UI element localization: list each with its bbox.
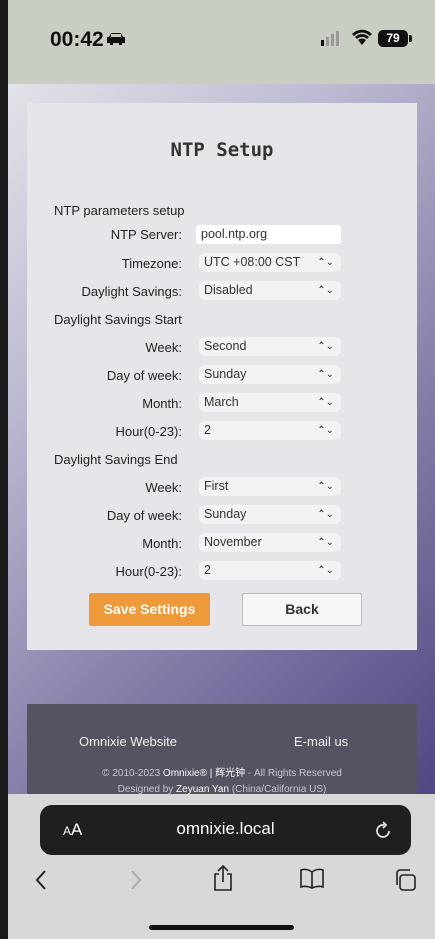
section-daylight-end: Daylight Savings End <box>54 452 178 467</box>
end-hour-label: Hour(0-23): <box>115 564 182 579</box>
section-daylight-start: Daylight Savings Start <box>54 312 182 327</box>
start-hour-label: Hour(0-23): <box>115 424 182 439</box>
chevron-updown-icon: ⌃⌄ <box>317 257 334 268</box>
end-month-select[interactable]: November ⌃⌄ <box>199 533 341 552</box>
battery-indicator: 79 <box>378 30 412 47</box>
page-title: NTP Setup <box>170 139 274 161</box>
chevron-updown-icon: ⌃⌄ <box>317 565 334 576</box>
email-link[interactable]: E-mail us <box>294 734 348 749</box>
chevron-updown-icon: ⌃⌄ <box>317 285 334 296</box>
safari-bottom-bar: AA omnixie.local <box>8 794 435 939</box>
chevron-updown-icon: ⌃⌄ <box>317 509 334 520</box>
tabs-icon[interactable] <box>393 868 417 892</box>
save-settings-button[interactable]: Save Settings <box>89 593 210 626</box>
start-month-label: Month: <box>142 396 182 411</box>
end-hour-select[interactable]: 2 ⌃⌄ <box>199 561 341 580</box>
bookmarks-icon[interactable] <box>299 868 325 890</box>
start-dow-label: Day of week: <box>106 368 182 383</box>
page-background: NTP Setup NTP parameters setup NTP Serve… <box>8 84 435 814</box>
phone-screen: 00:42 79 NTP Setup NTP parameters setup … <box>8 0 435 939</box>
end-dow-select[interactable]: Sunday ⌃⌄ <box>199 505 341 524</box>
brand-link[interactable]: Omnixie® | 辉光钟 <box>163 768 245 779</box>
start-week-label: Week: <box>145 340 182 355</box>
chevron-updown-icon: ⌃⌄ <box>317 397 334 408</box>
signal-icon <box>321 31 339 46</box>
forward-icon[interactable] <box>129 869 143 891</box>
end-dow-label: Day of week: <box>106 508 182 523</box>
reload-icon[interactable] <box>375 820 393 840</box>
omnixie-website-link[interactable]: Omnixie Website <box>79 734 177 749</box>
end-week-label: Week: <box>145 480 182 495</box>
start-dow-select[interactable]: Sunday ⌃⌄ <box>199 365 341 384</box>
home-indicator <box>149 925 294 930</box>
end-month-label: Month: <box>142 536 182 551</box>
status-bar: 00:42 79 <box>8 0 435 84</box>
chevron-updown-icon: ⌃⌄ <box>317 369 334 380</box>
status-time: 00:42 <box>50 28 104 51</box>
car-icon <box>107 33 125 45</box>
end-week-select[interactable]: First ⌃⌄ <box>199 477 341 496</box>
daylight-savings-select[interactable]: Disabled ⌃⌄ <box>199 281 341 300</box>
chevron-updown-icon: ⌃⌄ <box>317 537 334 548</box>
chevron-updown-icon: ⌃⌄ <box>317 425 334 436</box>
daylight-savings-label: Daylight Savings: <box>81 284 182 299</box>
section-ntp-parameters: NTP parameters setup <box>54 203 185 218</box>
start-week-select[interactable]: Second ⌃⌄ <box>199 337 341 356</box>
ntp-setup-card: NTP Setup NTP parameters setup NTP Serve… <box>27 103 417 650</box>
chevron-updown-icon: ⌃⌄ <box>317 481 334 492</box>
ntp-server-input[interactable]: pool.ntp.org <box>196 225 341 244</box>
address-bar[interactable]: AA omnixie.local <box>40 805 411 855</box>
share-icon[interactable] <box>212 864 234 892</box>
chevron-updown-icon: ⌃⌄ <box>317 341 334 352</box>
start-month-select[interactable]: March ⌃⌄ <box>199 393 341 412</box>
copyright-text: © 2010-2023 Omnixie® | 辉光钟 - All Rights … <box>102 768 342 779</box>
back-icon[interactable] <box>34 869 48 891</box>
url-text: omnixie.local <box>176 819 275 838</box>
timezone-select[interactable]: UTC +08:00 CST ⌃⌄ <box>199 253 341 272</box>
start-hour-select[interactable]: 2 ⌃⌄ <box>199 421 341 440</box>
ntp-server-label: NTP Server: <box>110 227 182 242</box>
back-button[interactable]: Back <box>242 593 362 626</box>
wifi-icon <box>352 29 372 45</box>
timezone-label: Timezone: <box>121 256 182 271</box>
